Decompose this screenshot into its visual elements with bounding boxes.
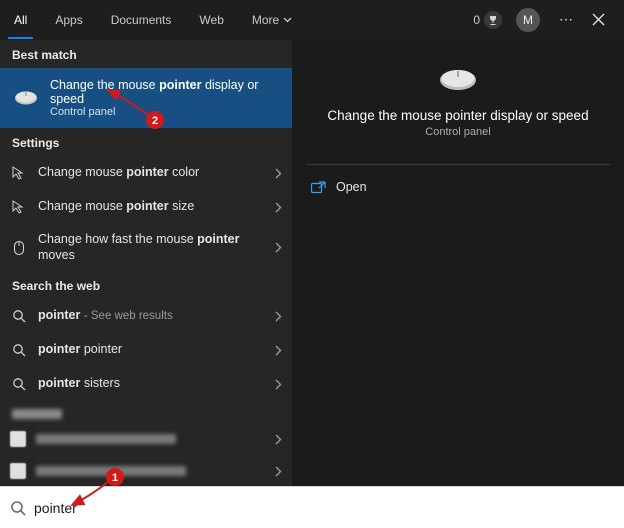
- mouse-speed-icon: [10, 239, 28, 257]
- rewards-badge[interactable]: 0: [473, 11, 502, 29]
- user-avatar[interactable]: M: [516, 8, 540, 32]
- chevron-right-icon: [275, 345, 282, 356]
- search-bar: [0, 486, 624, 528]
- results-pane: Best match Change the mouse pointer disp…: [0, 40, 292, 486]
- item-label: pointer pointer: [38, 342, 265, 358]
- top-right-controls: 0 M ⋯: [473, 8, 616, 32]
- item-label: Change mouse pointer color: [38, 165, 265, 181]
- search-icon: [10, 375, 28, 393]
- close-button[interactable]: [592, 13, 616, 26]
- mouse-icon: [12, 84, 40, 112]
- recent-item-1[interactable]: [0, 455, 292, 486]
- search-icon: [10, 341, 28, 359]
- preview-pane: Change the mouse pointer display or spee…: [292, 40, 624, 486]
- preview-title: Change the mouse pointer display or spee…: [307, 108, 608, 123]
- chevron-right-icon: [275, 168, 282, 179]
- blurred-text: [36, 466, 186, 476]
- tab-label: All: [14, 13, 27, 27]
- tab-label: More: [252, 13, 279, 27]
- item-label: pointer sisters: [38, 376, 265, 392]
- search-icon: [10, 307, 28, 325]
- best-match-item[interactable]: Change the mouse pointer display or spee…: [0, 68, 292, 128]
- filter-tabs: All Apps Documents Web More: [0, 0, 306, 39]
- section-web: Search the web: [0, 271, 292, 299]
- chevron-right-icon: [275, 242, 282, 253]
- settings-item-pointer-speed[interactable]: Change how fast the mouse pointer moves: [0, 224, 292, 271]
- section-best-match: Best match: [0, 40, 292, 68]
- web-item-2[interactable]: pointer sisters: [0, 367, 292, 401]
- best-match-title: Change the mouse pointer display or spee…: [50, 78, 280, 106]
- trophy-icon: [484, 11, 502, 29]
- open-action[interactable]: Open: [292, 165, 624, 209]
- top-bar: All Apps Documents Web More 0 M ⋯: [0, 0, 624, 40]
- chevron-right-icon: [275, 202, 282, 213]
- best-match-subtitle: Control panel: [50, 106, 280, 118]
- tab-all[interactable]: All: [0, 0, 41, 39]
- open-label: Open: [336, 180, 367, 194]
- search-icon: [10, 500, 26, 516]
- item-label: Change mouse pointer size: [38, 199, 265, 215]
- more-options-button[interactable]: ⋯: [554, 11, 578, 28]
- web-item-0[interactable]: pointer - See web results: [0, 299, 292, 333]
- file-icon: [10, 431, 26, 447]
- tab-documents[interactable]: Documents: [97, 0, 186, 39]
- tab-label: Documents: [111, 13, 172, 27]
- chevron-right-icon: [275, 311, 282, 322]
- open-icon: [310, 179, 326, 195]
- section-settings: Settings: [0, 128, 292, 156]
- tab-apps[interactable]: Apps: [41, 0, 96, 39]
- mouse-large-icon: [436, 66, 480, 94]
- chevron-right-icon: [275, 379, 282, 390]
- settings-item-pointer-color[interactable]: Change mouse pointer color: [0, 156, 292, 190]
- tab-label: Web: [199, 13, 223, 27]
- recent-item-0[interactable]: [0, 423, 292, 455]
- settings-item-pointer-size[interactable]: Change mouse pointer size: [0, 190, 292, 224]
- search-input[interactable]: [34, 500, 614, 516]
- avatar-letter: M: [523, 13, 533, 27]
- item-label: pointer - See web results: [38, 308, 265, 324]
- pointer-color-icon: [10, 164, 28, 182]
- tab-web[interactable]: Web: [185, 0, 237, 39]
- preview-subtitle: Control panel: [425, 126, 490, 138]
- item-label: Change how fast the mouse pointer moves: [38, 232, 265, 263]
- chevron-right-icon: [275, 434, 282, 445]
- tab-more[interactable]: More: [238, 0, 306, 39]
- pointer-size-icon: [10, 198, 28, 216]
- tab-label: Apps: [55, 13, 82, 27]
- chevron-down-icon: [283, 17, 292, 23]
- web-item-1[interactable]: pointer pointer: [0, 333, 292, 367]
- section-recent-blurred: [0, 401, 292, 423]
- file-icon: [10, 463, 26, 479]
- chevron-right-icon: [275, 466, 282, 477]
- rewards-count: 0: [473, 13, 480, 27]
- blurred-text: [36, 434, 176, 444]
